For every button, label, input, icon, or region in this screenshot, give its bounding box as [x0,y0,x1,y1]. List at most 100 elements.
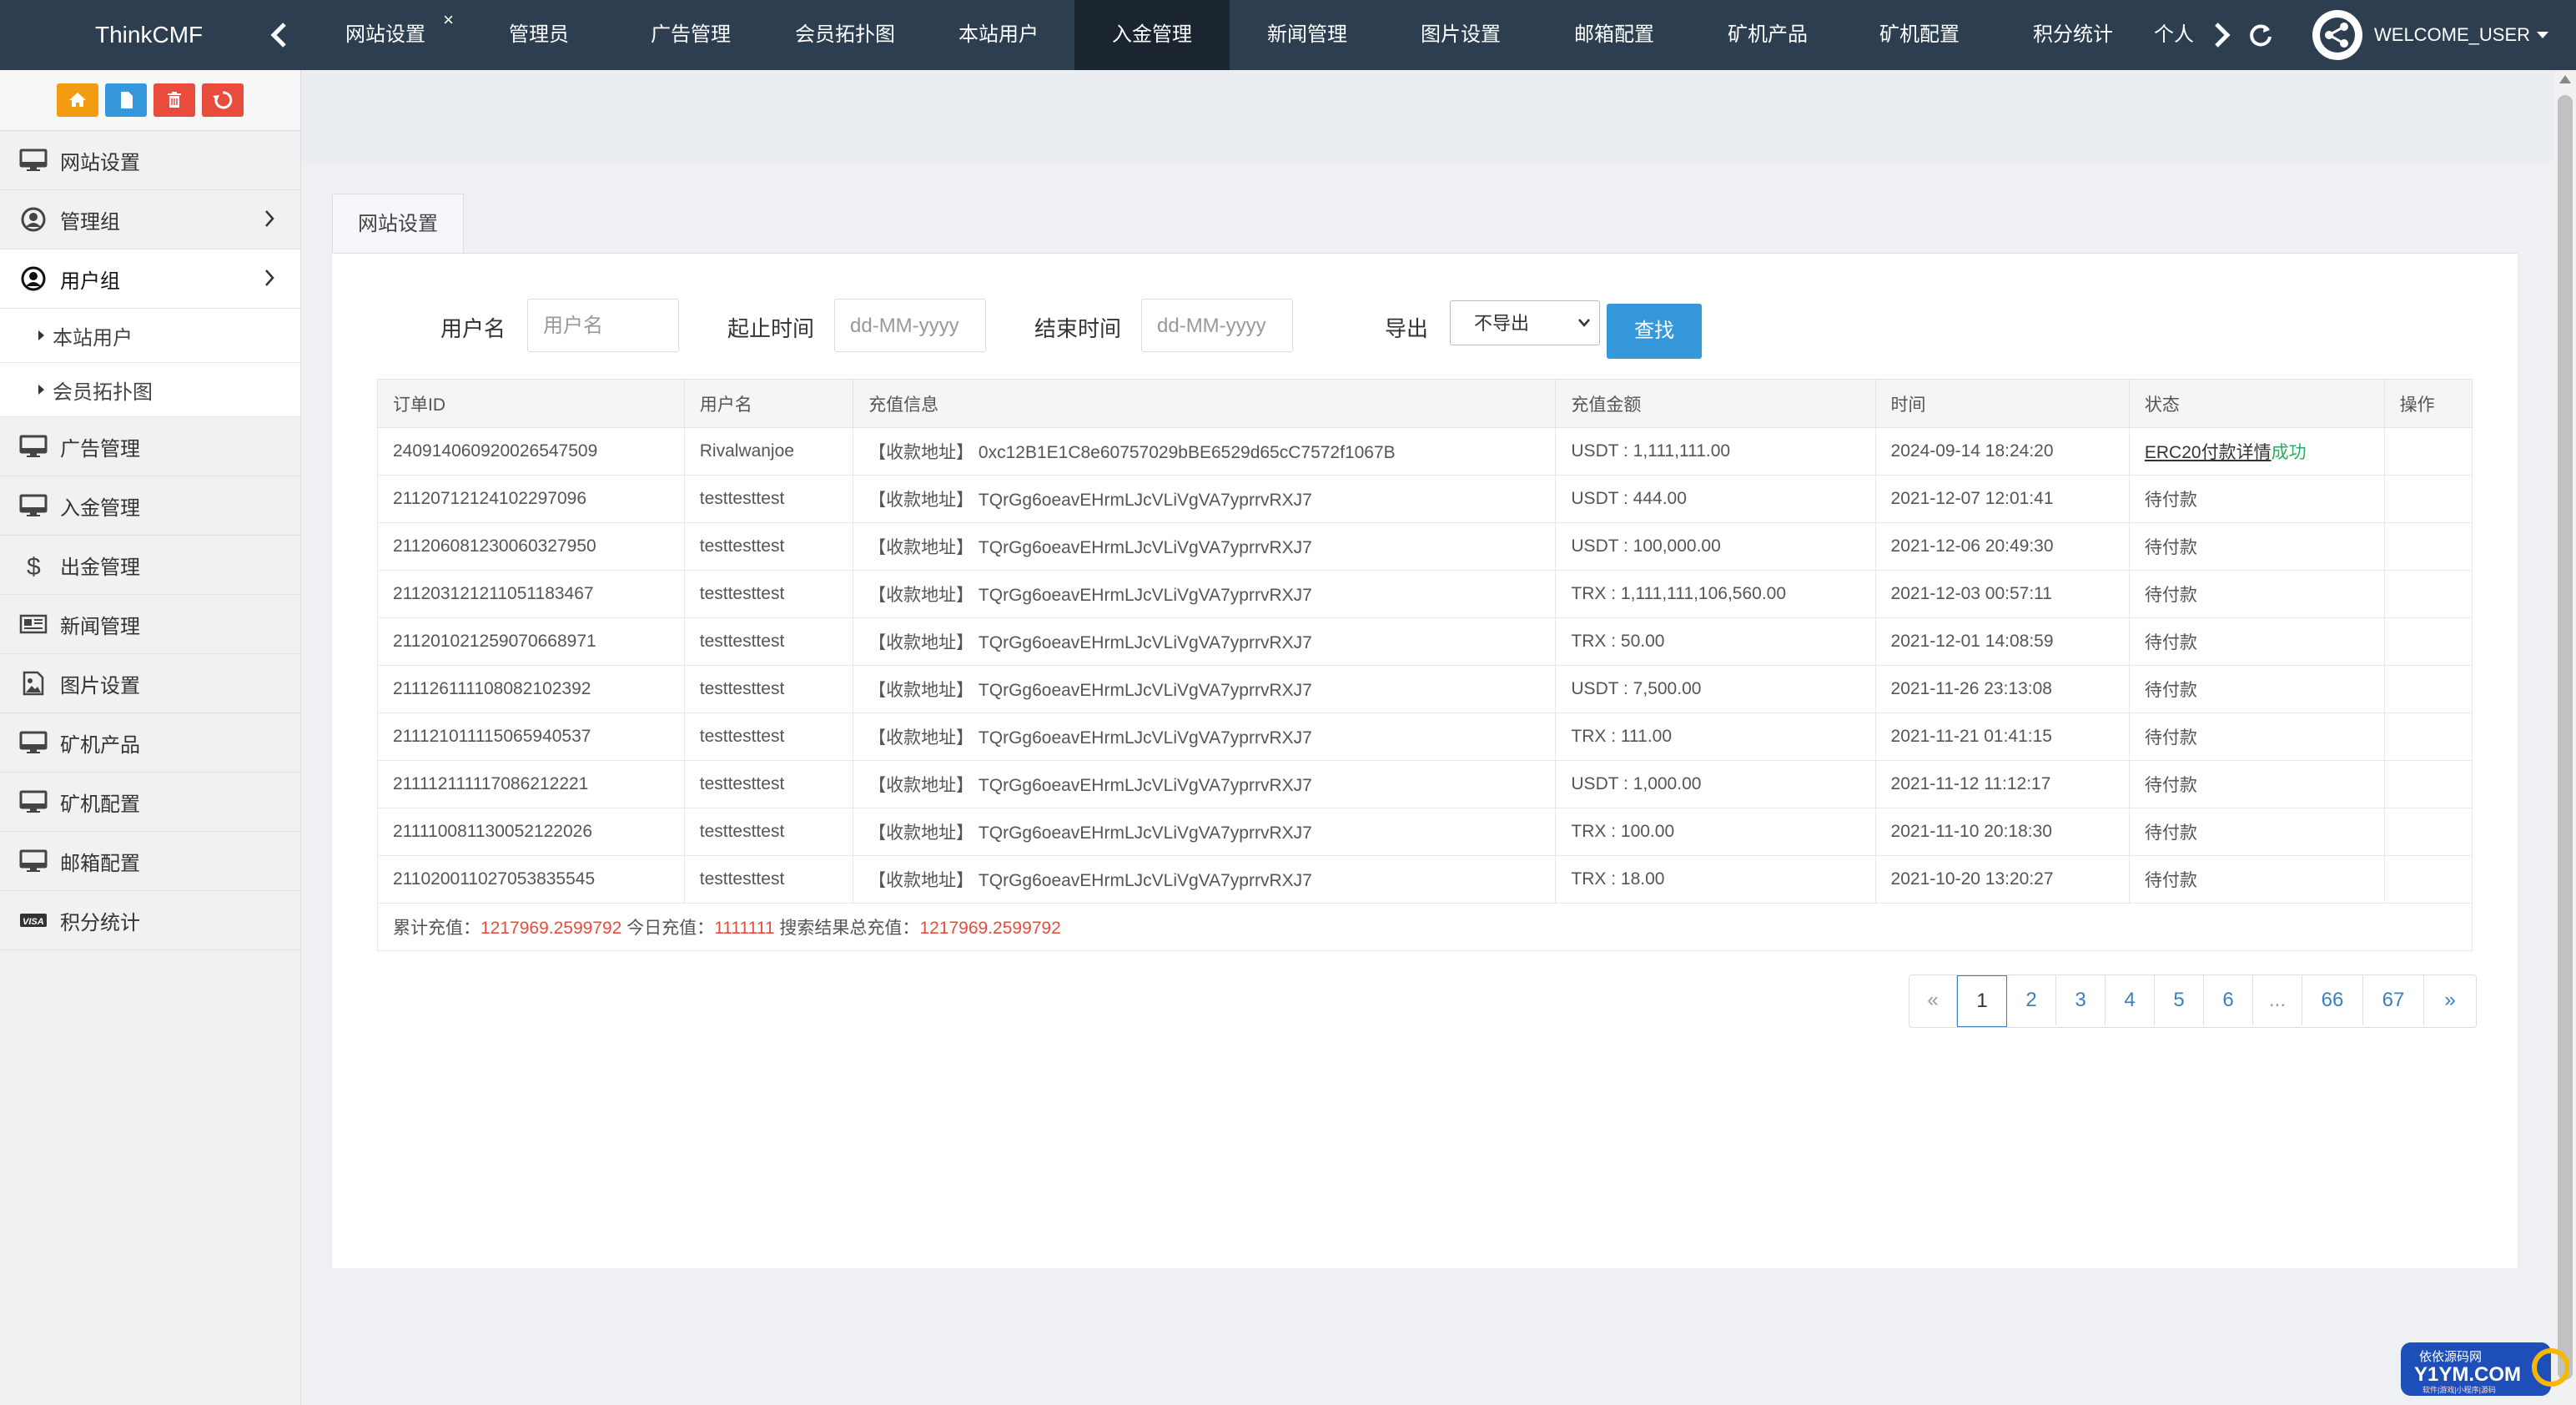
sidebar-subitem[interactable]: 本站用户 [0,309,300,363]
page-button[interactable]: 3 [2056,975,2106,1025]
page-button[interactable]: 66 [2302,975,2363,1025]
column-header[interactable]: 操作 [2383,379,2473,428]
cell-amount: TRX : 50.00 [1555,617,1876,666]
username-input[interactable]: 用户名 [527,299,679,352]
nav-tab[interactable]: 管理员 [464,0,614,70]
scrollbar-thumb[interactable] [2558,95,2573,1380]
file-icon [121,92,133,108]
cell-user: testtesttest [683,760,854,808]
cell-id: 211203121211051183467 [377,570,685,618]
cell-user: testtesttest [683,713,854,761]
panel-tab[interactable]: 网站设置 [332,194,464,254]
nav-tab[interactable]: 入金管理 [1074,0,1230,70]
end-date-input[interactable]: dd-MM-yyyy [1141,299,1293,352]
nav-tab[interactable]: 矿机产品 [1692,0,1844,70]
sidebar-item-label: 广告管理 [60,437,140,461]
cell-status: 待付款 [2128,617,2385,666]
sidebar-item[interactable]: 广告管理 [0,417,300,476]
export-select[interactable]: 不导出 [1450,300,1600,345]
column-header[interactable]: 用户名 [683,379,854,428]
page-button[interactable]: 5 [2155,975,2204,1025]
scroll-up-arrow-icon[interactable] [2559,75,2571,83]
sidebar-item-label: 用户组 [60,269,120,293]
table-row[interactable]: 211203121211051183467 testtesttest 【收款地址】 … [377,570,2473,618]
brand-logo[interactable]: ThinkCMF [0,0,300,70]
nav-tab[interactable]: 本站用户 [923,0,1074,70]
sidebar-item-label: 图片设置 [60,674,140,697]
column-header[interactable]: 充值金额 [1555,379,1876,428]
table-row[interactable]: 211126111108082102392 testtesttest 【收款地址】 … [377,665,2473,713]
sidebar-item[interactable]: 邮箱配置 [0,832,300,891]
sidebar-item[interactable]: 网站设置 [0,131,300,190]
page-button[interactable]: 6 [2204,975,2253,1025]
sidebar-item-label: 积分统计 [60,911,140,934]
sidebar-item[interactable]: 图片设置 [0,654,300,713]
cell-amount: USDT : 1,000.00 [1555,760,1876,808]
prev-page-button[interactable]: « [1909,975,1957,1025]
sidebar-item-label: 新闻管理 [60,615,140,638]
search-total-value: 1217969.2599792 [919,919,1061,938]
page-button[interactable]: 1 [1957,975,2007,1027]
nav-tab[interactable]: 会员拓扑图 [767,0,923,70]
sidebar-item[interactable]: 用户组 [0,249,300,309]
cell-time: 2021-11-26 23:13:08 [1874,665,2130,713]
next-page-button[interactable]: » [2424,975,2476,1025]
table-row[interactable]: 211121011115065940537 testtesttest 【收款地址】 … [377,713,2473,761]
start-date-input[interactable]: dd-MM-yyyy [834,299,986,352]
sidebar-item[interactable]: 矿机配置 [0,773,300,832]
nav-tab[interactable]: 图片设置 [1385,0,1537,70]
page-button[interactable]: 2 [2007,975,2056,1025]
nav-tab[interactable]: 矿机配置 [1844,0,1995,70]
sidebar-item[interactable]: 入金管理 [0,476,300,536]
sidebar-item[interactable]: VISA 积分统计 [0,891,300,950]
table-row[interactable]: 21120712124102297096 testtesttest 【收款地址】 T… [377,475,2473,523]
user-menu[interactable]: WELCOME_USER [2312,8,2549,62]
page-button[interactable]: 4 [2106,975,2155,1025]
table-row[interactable]: 240914060920026547509 Rivalwanjoe 【收款地址】 0… [377,427,2473,476]
cell-id: 211206081230060327950 [377,522,685,571]
column-header[interactable]: 时间 [1874,379,2130,428]
table-row[interactable]: 211020011027053835545 testtesttest 【收款地址】 … [377,855,2473,904]
table-row[interactable]: 211206081230060327950 testtesttest 【收款地址】 … [377,522,2473,571]
trash-quick-button[interactable] [153,83,195,117]
cell-info: 【收款地址】 TQrGg6oeavEHrmLJcVLiVgVA7yprrvRXJ… [853,570,1557,618]
sidebar-subitem[interactable]: 会员拓扑图 [0,363,300,417]
sidebar-item[interactable]: 管理组 [0,190,300,249]
home-quick-button[interactable] [57,83,98,117]
cell-user: testtesttest [683,855,854,904]
page-button[interactable]: 67 [2363,975,2424,1025]
table-row[interactable]: 211110081130052122026 testtesttest 【收款地址】 … [377,808,2473,856]
nav-tab[interactable]: 广告管理 [614,0,767,70]
scroll-tabs-left-button[interactable] [265,15,292,55]
cell-info: 【收款地址】 TQrGg6oeavEHrmLJcVLiVgVA7yprrvRXJ… [853,855,1557,904]
payment-details-link[interactable]: ERC20付款详情 [2145,443,2272,462]
watermark-line2: Y1YM.COM [2414,1363,2521,1386]
dollar-icon: $ [17,552,50,577]
sidebar-item[interactable]: $ 出金管理 [0,536,300,595]
column-header[interactable]: 充值信息 [853,379,1557,428]
file-quick-button[interactable] [105,83,147,117]
sidebar-item[interactable]: 矿机产品 [0,713,300,773]
user-circle-icon [17,207,50,232]
nav-tab[interactable]: 个人 [2151,0,2197,70]
nav-tab[interactable]: 积分统计 [1995,0,2151,70]
nav-tab[interactable]: 新闻管理 [1230,0,1385,70]
cell-time: 2024-09-14 18:24:20 [1874,427,2130,476]
column-header[interactable]: 状态 [2128,379,2385,428]
refresh-button[interactable] [2244,17,2277,53]
vertical-scrollbar[interactable] [2554,70,2576,1405]
table-row[interactable]: 211201021259070668971 testtesttest 【收款地址】 … [377,617,2473,666]
nav-tab[interactable]: 邮箱配置 [1537,0,1692,70]
sidebar-item[interactable]: 新闻管理 [0,595,300,654]
cell-id: 211112111117086212221 [377,760,685,808]
scroll-tabs-right-button[interactable] [2209,15,2236,55]
table-row[interactable]: 211112111117086212221 testtesttest 【收款地址】 … [377,760,2473,808]
recycle-quick-button[interactable] [202,83,244,117]
cell-id: 211126111108082102392 [377,665,685,713]
search-button[interactable]: 查找 [1607,304,1702,359]
cell-amount: USDT : 7,500.00 [1555,665,1876,713]
quick-actions-bar [0,70,300,131]
nav-tab[interactable]: 网站设置 × [307,0,464,70]
column-header[interactable]: 订单ID [377,379,685,428]
close-icon[interactable]: × [443,0,454,55]
